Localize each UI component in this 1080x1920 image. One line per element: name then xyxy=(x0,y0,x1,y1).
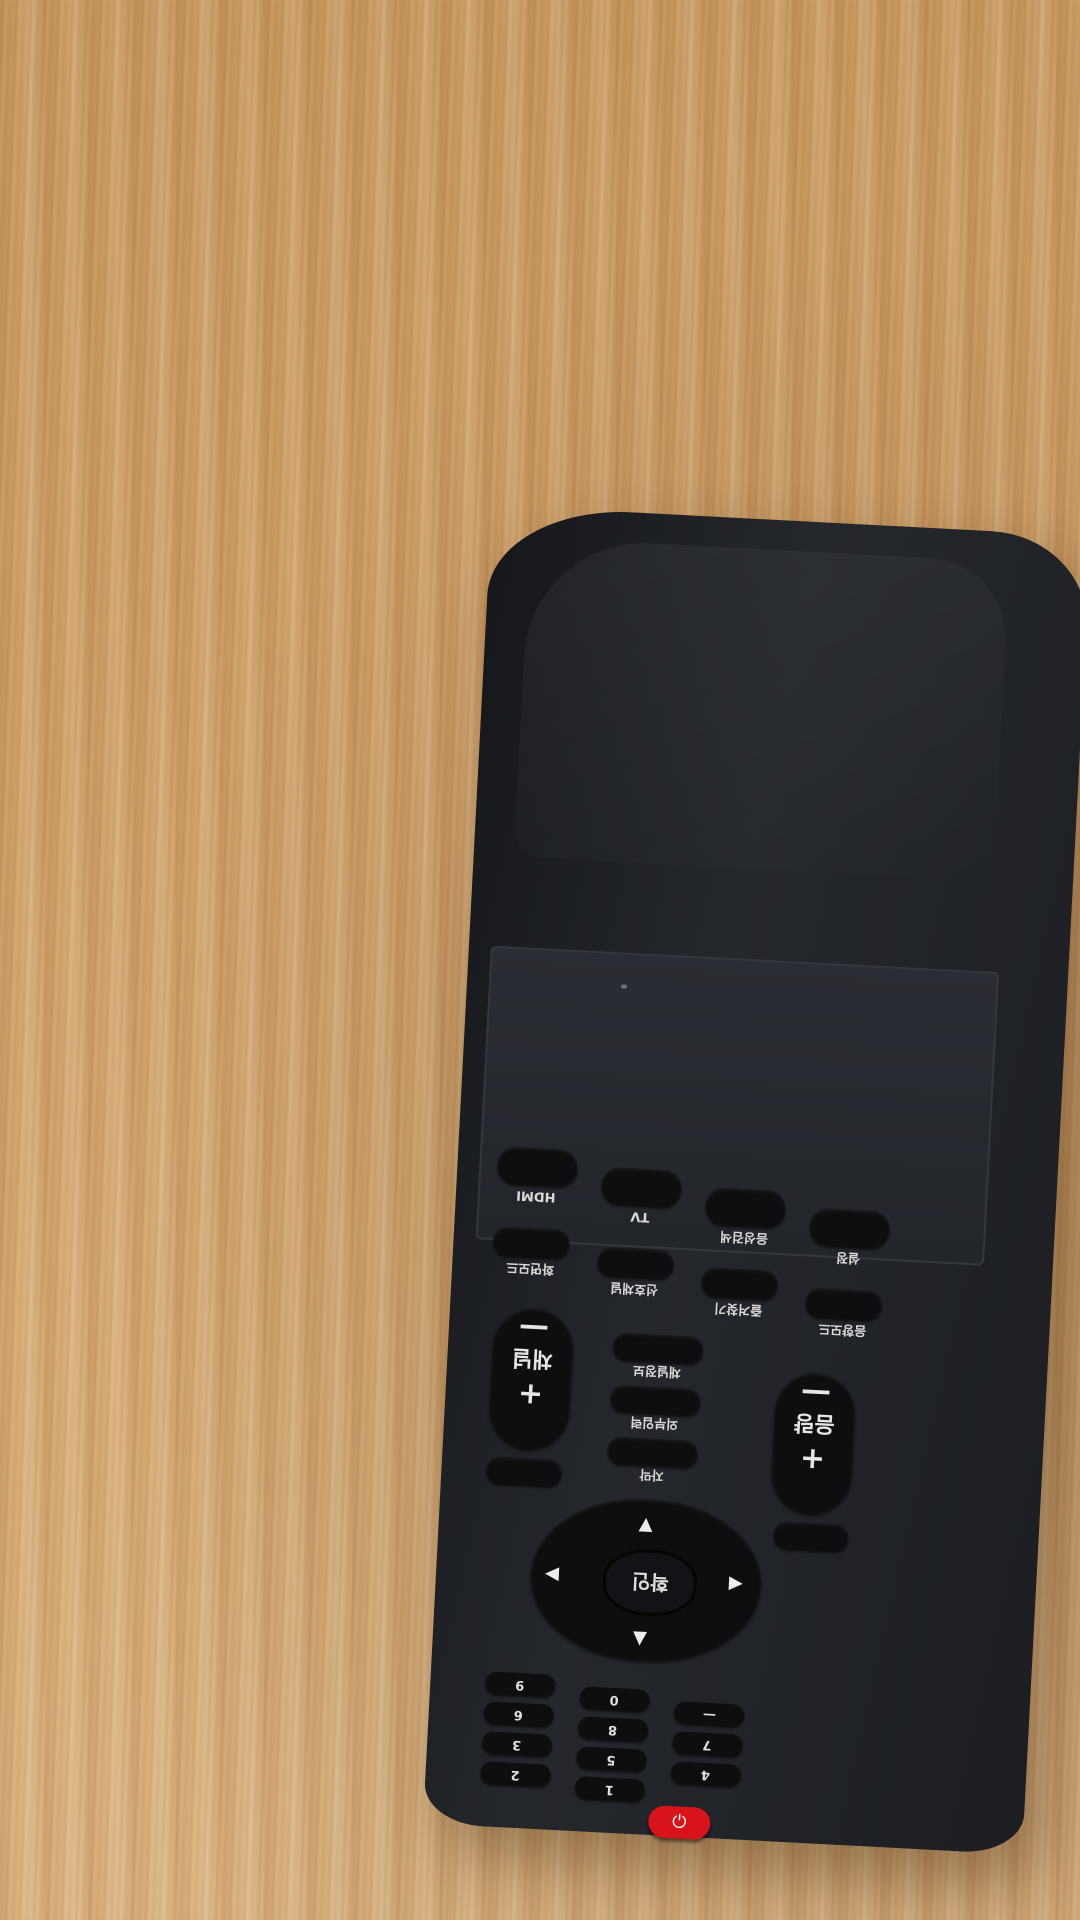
channel-rocker[interactable]: — 채널 + xyxy=(487,1306,575,1451)
num-key-4[interactable]: 4 xyxy=(670,1761,742,1787)
right-arrow-icon[interactable]: ▶ xyxy=(728,1572,743,1594)
channel-info-button[interactable] xyxy=(612,1332,704,1364)
direction-pad[interactable]: ▲ ▼ ◀ ▶ 확인 xyxy=(526,1493,766,1666)
favorite-channel-label: 선호채널 xyxy=(609,1279,659,1297)
num-key-5[interactable]: 5 xyxy=(576,1746,648,1772)
ok-button[interactable]: 확인 xyxy=(601,1547,699,1619)
home-button[interactable] xyxy=(772,1521,850,1552)
power-button[interactable]: ⏻ xyxy=(647,1805,712,1841)
external-input-label: 외부입력 xyxy=(629,1413,679,1431)
settings-label: 설정 xyxy=(835,1249,861,1266)
channel-info-label: 채널정보 xyxy=(632,1361,682,1380)
num-key-0[interactable]: 0 xyxy=(579,1686,651,1712)
sound-mode-button[interactable] xyxy=(805,1287,883,1320)
voice-search-button[interactable] xyxy=(704,1187,787,1228)
tv-button[interactable] xyxy=(600,1166,683,1207)
channel-minus-icon[interactable]: — xyxy=(493,1306,575,1346)
bookmark-button[interactable] xyxy=(700,1267,779,1299)
up-arrow-icon[interactable]: ▲ xyxy=(638,1513,653,1535)
left-arrow-icon[interactable]: ◀ xyxy=(545,1562,560,1584)
volume-rocker[interactable]: — 음량 + xyxy=(769,1371,857,1516)
tv-remote: HDMI TV 음성검색 설정 화면모드 선호채널 즐겨찾기 음향모드 — 채널… xyxy=(422,505,1080,1855)
back-button[interactable] xyxy=(485,1456,563,1486)
num-key-1[interactable]: 1 xyxy=(574,1776,646,1802)
hdmi-button[interactable] xyxy=(496,1146,579,1187)
voice-search-label: 음성검색 xyxy=(719,1227,769,1246)
picture-mode-label: 화면모드 xyxy=(505,1258,555,1277)
num-key-dash[interactable]: — xyxy=(673,1701,745,1727)
settings-button[interactable] xyxy=(808,1207,891,1248)
down-arrow-icon[interactable]: ▼ xyxy=(632,1627,647,1649)
power-icon: ⏻ xyxy=(671,1811,687,1833)
remote-top-cap xyxy=(513,537,1010,882)
num-key-3[interactable]: 3 xyxy=(481,1731,553,1757)
status-led xyxy=(620,984,628,989)
subtitle-label: 자막 xyxy=(639,1466,664,1483)
num-key-6[interactable]: 6 xyxy=(483,1701,555,1727)
volume-plus-icon[interactable]: + xyxy=(772,1439,854,1479)
volume-minus-icon[interactable]: — xyxy=(775,1371,857,1411)
external-input-button[interactable] xyxy=(609,1384,702,1416)
volume-label: 음량 xyxy=(793,1409,836,1437)
bookmark-label: 즐겨찾기 xyxy=(714,1299,763,1318)
num-key-8[interactable]: 8 xyxy=(577,1716,649,1742)
picture-mode-button[interactable] xyxy=(492,1226,571,1259)
favorite-channel-button[interactable] xyxy=(596,1246,675,1279)
channel-label: 채널 xyxy=(511,1344,554,1372)
subtitle-button[interactable] xyxy=(607,1436,699,1468)
num-key-9[interactable]: 9 xyxy=(484,1671,556,1697)
channel-plus-icon[interactable]: + xyxy=(490,1374,572,1414)
num-key-2[interactable]: 2 xyxy=(480,1761,552,1787)
sound-mode-label: 음향모드 xyxy=(818,1320,867,1338)
ok-label: 확인 xyxy=(630,1568,669,1595)
num-key-7[interactable]: 7 xyxy=(671,1731,743,1757)
